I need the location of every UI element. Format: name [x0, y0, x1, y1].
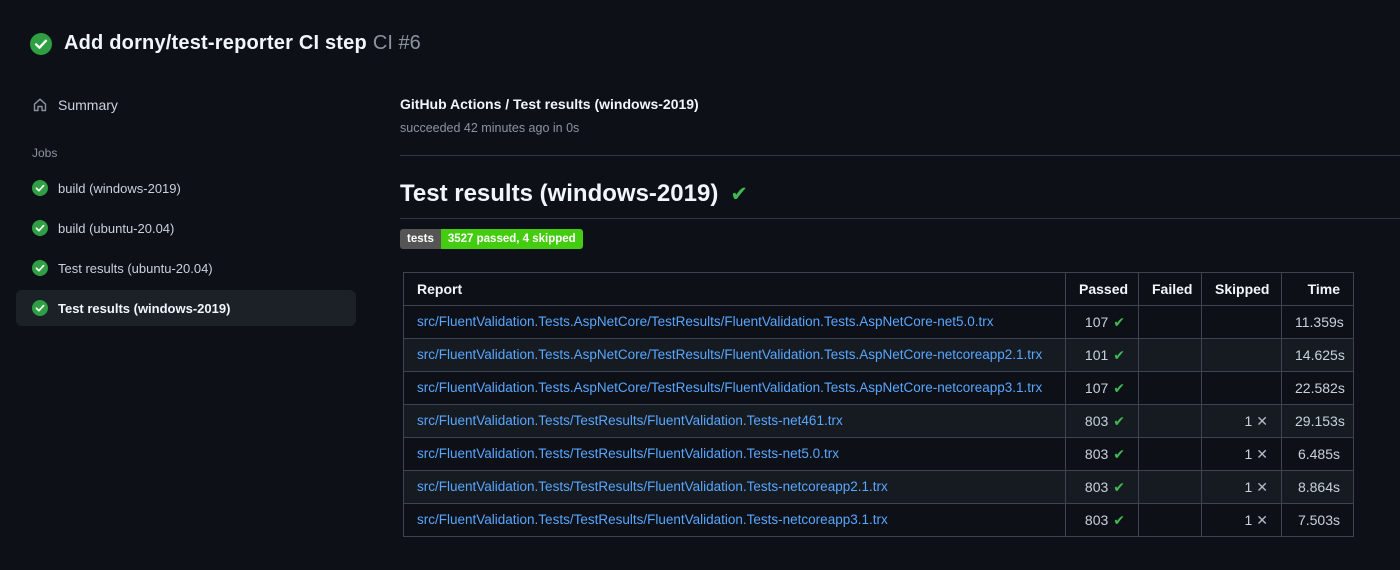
passed-check-icon: ✔: [1113, 313, 1125, 330]
badge-value: 3527 passed, 4 skipped: [440, 229, 583, 249]
skipped-x-icon: ✕: [1256, 445, 1268, 462]
sidebar-job-item[interactable]: build (ubuntu-20.04): [16, 210, 356, 246]
failed-cell: [1138, 503, 1202, 537]
sidebar-item-summary[interactable]: Summary: [16, 88, 356, 122]
summary-label: Summary: [58, 97, 118, 113]
report-link[interactable]: src/FluentValidation.Tests.AspNetCore/Te…: [417, 347, 1042, 362]
table-row: src/FluentValidation.Tests/TestResults/F…: [403, 404, 1354, 438]
passed-check-icon: ✔: [1113, 379, 1125, 396]
job-panel-title: GitHub Actions / Test results (windows-2…: [400, 96, 699, 112]
report-link[interactable]: src/FluentValidation.Tests/TestResults/F…: [417, 446, 839, 461]
table-row: src/FluentValidation.Tests/TestResults/F…: [403, 470, 1354, 504]
heading-check-icon: ✔: [730, 182, 748, 206]
job-label: build (windows-2019): [58, 180, 181, 196]
jobs-heading: Jobs: [32, 146, 58, 160]
report-heading-title: Test results (windows-2019): [400, 180, 719, 207]
passed-cell: 803 ✔: [1065, 503, 1139, 537]
failed-cell: [1138, 404, 1202, 438]
passed-cell: 101 ✔: [1065, 338, 1139, 372]
table-row: src/FluentValidation.Tests.AspNetCore/Te…: [403, 371, 1354, 405]
job-label: Test results (windows-2019): [58, 300, 231, 316]
table-row: src/FluentValidation.Tests/TestResults/F…: [403, 503, 1354, 537]
badge-label: tests: [400, 229, 441, 249]
job-panel-header: GitHub Actions / Test results (windows-2…: [400, 96, 1400, 135]
skipped-cell: 1 ✕: [1201, 470, 1282, 504]
job-label: Test results (ubuntu-20.04): [58, 260, 213, 276]
tests-badge: tests 3527 passed, 4 skipped: [400, 229, 583, 249]
passed-cell: 803 ✔: [1065, 437, 1139, 471]
report-link[interactable]: src/FluentValidation.Tests/TestResults/F…: [417, 512, 888, 527]
column-header-failed: Failed: [1138, 272, 1202, 306]
job-success-check-icon: [32, 220, 48, 236]
skipped-x-icon: ✕: [1256, 511, 1268, 528]
skipped-x-icon: ✕: [1256, 412, 1268, 429]
job-list: build (windows-2019) build (ubuntu-20.04…: [16, 168, 356, 328]
passed-check-icon: ✔: [1113, 346, 1125, 363]
home-icon: [33, 98, 47, 112]
table-row: src/FluentValidation.Tests/TestResults/F…: [403, 437, 1354, 471]
passed-check-icon: ✔: [1113, 445, 1125, 462]
run-number: CI #6: [372, 32, 421, 54]
job-status-line: succeeded 42 minutes ago in 0s: [400, 121, 580, 135]
passed-cell: 803 ✔: [1065, 404, 1139, 438]
sidebar-job-item[interactable]: Test results (ubuntu-20.04): [16, 250, 356, 286]
skipped-cell: [1201, 338, 1282, 372]
report-link[interactable]: src/FluentValidation.Tests.AspNetCore/Te…: [417, 380, 1042, 395]
skipped-cell: 1 ✕: [1201, 503, 1282, 537]
skipped-cell: 1 ✕: [1201, 437, 1282, 471]
time-cell: 11.359s: [1281, 305, 1354, 339]
failed-cell: [1138, 470, 1202, 504]
skipped-x-icon: ✕: [1256, 478, 1268, 495]
time-cell: 6.485s: [1281, 437, 1354, 471]
time-cell: 7.503s: [1281, 503, 1354, 537]
table-header-row: Report Passed Failed Skipped Time: [403, 272, 1354, 306]
job-success-check-icon: [32, 260, 48, 276]
run-success-check-icon: [30, 32, 52, 55]
report-link[interactable]: src/FluentValidation.Tests/TestResults/F…: [417, 479, 888, 494]
column-header-passed: Passed: [1065, 272, 1139, 306]
table-row: src/FluentValidation.Tests.AspNetCore/Te…: [403, 305, 1354, 339]
sidebar-job-item[interactable]: build (windows-2019): [16, 170, 356, 206]
passed-cell: 107 ✔: [1065, 305, 1139, 339]
results-table-container: Report Passed Failed Skipped Time src/Fl…: [403, 272, 1354, 537]
results-table: Report Passed Failed Skipped Time src/Fl…: [403, 272, 1354, 537]
job-label: build (ubuntu-20.04): [58, 220, 175, 236]
failed-cell: [1138, 338, 1202, 372]
column-header-time: Time: [1281, 272, 1354, 306]
run-header: Add dorny/test-reporter CI step CI #6: [30, 32, 421, 55]
time-cell: 29.153s: [1281, 404, 1354, 438]
passed-check-icon: ✔: [1113, 478, 1125, 495]
report-link[interactable]: src/FluentValidation.Tests/TestResults/F…: [417, 413, 843, 428]
run-title: Add dorny/test-reporter CI step: [64, 32, 367, 54]
report-link[interactable]: src/FluentValidation.Tests.AspNetCore/Te…: [417, 314, 994, 329]
skipped-cell: [1201, 371, 1282, 405]
failed-cell: [1138, 437, 1202, 471]
header-divider: [400, 155, 1400, 156]
skipped-cell: [1201, 305, 1282, 339]
passed-cell: 107 ✔: [1065, 371, 1139, 405]
job-success-check-icon: [32, 300, 48, 316]
column-header-report: Report: [403, 272, 1066, 306]
passed-cell: 803 ✔: [1065, 470, 1139, 504]
failed-cell: [1138, 305, 1202, 339]
sidebar: Summary Jobs build (windows-2019) build …: [16, 88, 356, 328]
time-cell: 8.864s: [1281, 470, 1354, 504]
passed-check-icon: ✔: [1113, 412, 1125, 429]
sidebar-job-item[interactable]: Test results (windows-2019): [16, 290, 356, 326]
report-heading: Test results (windows-2019) ✔: [400, 180, 1400, 219]
job-success-check-icon: [32, 180, 48, 196]
failed-cell: [1138, 371, 1202, 405]
passed-check-icon: ✔: [1113, 511, 1125, 528]
table-row: src/FluentValidation.Tests.AspNetCore/Te…: [403, 338, 1354, 372]
time-cell: 22.582s: [1281, 371, 1354, 405]
column-header-skipped: Skipped: [1201, 272, 1282, 306]
skipped-cell: 1 ✕: [1201, 404, 1282, 438]
time-cell: 14.625s: [1281, 338, 1354, 372]
